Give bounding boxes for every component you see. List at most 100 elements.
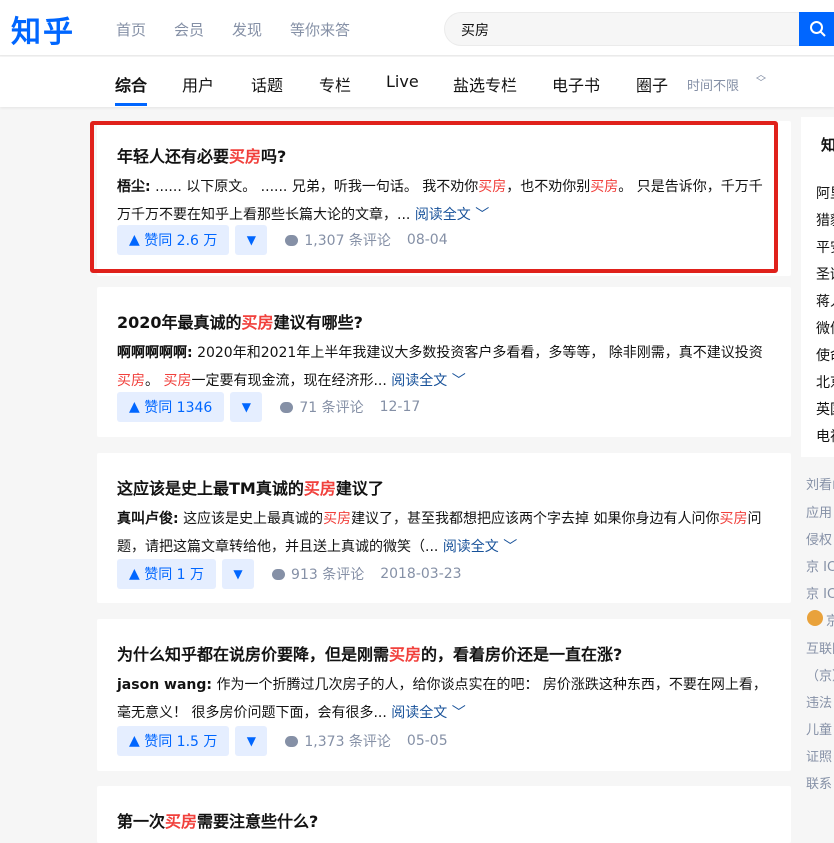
excerpt-text: 建议了，甚至我都想把应该两个字去掉 如果你身边有人问你 bbox=[351, 511, 720, 527]
arrow-down-icon: ▼ bbox=[233, 567, 243, 581]
post-date: 05-05 bbox=[406, 733, 448, 749]
hot-search-item[interactable]: 使命 bbox=[816, 345, 834, 365]
tab-columns[interactable]: 专栏 bbox=[319, 72, 351, 96]
nav-explore[interactable]: 发现 bbox=[232, 19, 262, 40]
author-name: 梧尘: bbox=[117, 179, 151, 195]
result-title[interactable]: 年轻人还有必要买房吗? bbox=[117, 143, 286, 167]
result-excerpt[interactable]: 真叫卢俊: 这应该是史上最真诚的买房建议了，甚至我都想把应该两个字去掉 如果你身… bbox=[117, 505, 767, 561]
search-input[interactable] bbox=[461, 20, 781, 40]
excerpt-keyword: 买房 bbox=[478, 179, 507, 195]
tab-ebooks[interactable]: 电子书 bbox=[552, 72, 600, 96]
result-title[interactable]: 这应该是史上最TM真诚的买房建议了 bbox=[117, 475, 384, 499]
hot-search-item[interactable]: 电视 bbox=[816, 426, 834, 446]
nav-vip[interactable]: 会员 bbox=[174, 19, 204, 40]
tab-topics[interactable]: 话题 bbox=[251, 72, 283, 96]
read-more-link[interactable]: 阅读全文 ﹀ bbox=[391, 373, 465, 389]
hot-search-item[interactable]: 圣诞 bbox=[816, 264, 834, 284]
comment-icon bbox=[272, 568, 286, 580]
footer-link[interactable]: 京 IC bbox=[806, 583, 834, 602]
footer-link[interactable]: 刘看山 bbox=[806, 474, 834, 493]
search-icon bbox=[810, 21, 826, 37]
upvote-button[interactable]: ▲ 赞同 1.5 万 bbox=[117, 726, 230, 756]
arrow-down-icon: ▼ bbox=[246, 233, 256, 247]
footer-link[interactable]: 联系 bbox=[806, 773, 832, 792]
result-excerpt[interactable]: 梧尘: ...... 以下原文。 ...... 兄弟，听我一句话。 我不劝你买房… bbox=[117, 173, 767, 229]
comments-button[interactable]: 71 条评论 bbox=[280, 397, 364, 417]
upvote-button[interactable]: ▲ 赞同 1 万 bbox=[117, 559, 217, 589]
chevron-updown-icon[interactable]: ︿ ﹀ bbox=[756, 71, 766, 89]
excerpt-keyword: 买房 bbox=[163, 373, 192, 389]
downvote-button[interactable]: ▼ bbox=[230, 392, 263, 422]
comment-icon bbox=[285, 735, 299, 747]
author-name: jason wang: bbox=[117, 677, 213, 693]
title-text: 需要注意些什么? bbox=[197, 812, 319, 831]
footer-link[interactable]: 违法 bbox=[806, 692, 832, 711]
comments-button[interactable]: 1,373 条评论 bbox=[285, 731, 391, 751]
footer-link[interactable]: 互联网 bbox=[806, 638, 834, 657]
chevron-down-icon: ﹀ bbox=[503, 539, 518, 555]
chevron-down-icon: ﹀ bbox=[475, 207, 490, 223]
read-more-link[interactable]: 阅读全文 ﹀ bbox=[415, 207, 489, 223]
main-nav: 首页 会员 发现 等你来答 bbox=[116, 19, 350, 40]
upvote-button[interactable]: ▲ 赞同 1346 bbox=[117, 392, 225, 422]
footer-link[interactable]: 应用 bbox=[806, 502, 832, 521]
sidebar-card-title: 知 bbox=[821, 136, 834, 154]
tab-live[interactable]: Live bbox=[386, 72, 419, 91]
hot-search-item[interactable]: 猎豹 bbox=[816, 210, 834, 230]
result-actions: ▲ 赞同 2.6 万 ▼ 1,307 条评论 08-04 bbox=[117, 225, 448, 255]
downvote-button[interactable]: ▼ bbox=[235, 726, 268, 756]
read-more-link[interactable]: 阅读全文 ﹀ bbox=[443, 539, 517, 555]
tab-users[interactable]: 用户 bbox=[182, 72, 214, 96]
chevron-down-icon: ﹀ bbox=[451, 705, 466, 721]
footer-link[interactable]: 京 bbox=[826, 610, 834, 629]
footer-link[interactable]: （京） bbox=[806, 665, 834, 684]
result-title[interactable]: 第一次买房需要注意些什么? bbox=[117, 808, 318, 832]
read-more-link[interactable]: 阅读全文 ﹀ bbox=[391, 705, 465, 721]
post-date: 12-17 bbox=[379, 399, 421, 415]
title-text: 建议了 bbox=[335, 479, 384, 498]
hot-search-item[interactable]: 微信 bbox=[816, 318, 834, 338]
downvote-button[interactable]: ▼ bbox=[235, 225, 268, 255]
search-type-tabs: 综合 用户 话题 专栏 Live 盐选专栏 电子书 圈子 时间不限 ︿ ﹀ bbox=[0, 57, 834, 107]
result-title[interactable]: 为什么知乎都在说房价要降，但是刚需买房的，看着房价还是一直在涨? bbox=[117, 641, 622, 665]
comment-icon bbox=[285, 234, 299, 246]
post-date: 08-04 bbox=[406, 232, 448, 248]
footer-link[interactable]: 儿童 bbox=[806, 719, 832, 738]
title-keyword: 买房 bbox=[229, 147, 262, 166]
hot-search-item[interactable]: 蒋人 bbox=[816, 291, 834, 311]
title-keyword: 买房 bbox=[303, 479, 336, 498]
downvote-button[interactable]: ▼ bbox=[222, 559, 255, 589]
result-excerpt[interactable]: jason wang: 作为一个折腾过几次房子的人，给你谈点实在的吧： 房价涨跌… bbox=[117, 671, 767, 727]
excerpt-text: ，也不劝你别 bbox=[506, 179, 591, 195]
time-filter-select[interactable]: 时间不限 bbox=[687, 75, 739, 94]
tab-all[interactable]: 综合 bbox=[115, 72, 147, 96]
excerpt-text: 。 bbox=[145, 373, 164, 389]
zhihu-logo[interactable]: 知乎 bbox=[11, 7, 75, 51]
hot-search-item[interactable]: 阿里 bbox=[816, 183, 834, 203]
title-text: 的，看着房价还是一直在涨? bbox=[421, 645, 623, 664]
hot-search-item[interactable]: 英国 bbox=[816, 399, 834, 419]
upvote-button[interactable]: ▲ 赞同 2.6 万 bbox=[117, 225, 230, 255]
result-excerpt[interactable]: 啊啊啊啊啊: 2020年和2021年上半年我建议大多数投资客户多看看，多等等， … bbox=[117, 339, 767, 395]
footer-link[interactable]: 证照 bbox=[806, 746, 832, 765]
nav-home[interactable]: 首页 bbox=[116, 19, 146, 40]
result-title[interactable]: 2020年最真诚的买房建议有哪些? bbox=[117, 309, 363, 333]
comments-button[interactable]: 1,307 条评论 bbox=[285, 230, 391, 250]
tab-salt-columns[interactable]: 盐选专栏 bbox=[453, 72, 517, 96]
footer-link[interactable]: 京 IC bbox=[806, 556, 834, 575]
nav-waiting-answers[interactable]: 等你来答 bbox=[290, 19, 350, 40]
comments-button[interactable]: 913 条评论 bbox=[272, 564, 364, 584]
title-text: 建议有哪些? bbox=[273, 313, 363, 332]
search-result-card: 为什么知乎都在说房价要降，但是刚需买房的，看着房价还是一直在涨? jason w… bbox=[97, 619, 791, 771]
search-button[interactable] bbox=[799, 12, 834, 46]
tab-circles[interactable]: 圈子 bbox=[636, 72, 668, 96]
post-date: 2018-03-23 bbox=[380, 566, 462, 582]
excerpt-text: ...... 以下原文。 ...... 兄弟，听我一句话。 我不劝你 bbox=[155, 179, 479, 195]
search-result-card: 2020年最真诚的买房建议有哪些? 啊啊啊啊啊: 2020年和2021年上半年我… bbox=[97, 287, 791, 437]
hot-search-item[interactable]: 平安 bbox=[816, 237, 834, 257]
result-actions: ▲ 赞同 1 万 ▼ 913 条评论 2018-03-23 bbox=[117, 559, 462, 589]
title-text: 第一次 bbox=[117, 812, 166, 831]
hot-search-item[interactable]: 北京 bbox=[816, 372, 834, 392]
right-sidebar: 知 阿里 猎豹 平安 圣诞 蒋人 微信 使命 北京 英国 电视 刘看山 应用 侵… bbox=[796, 110, 834, 843]
footer-link[interactable]: 侵权 bbox=[806, 529, 832, 548]
